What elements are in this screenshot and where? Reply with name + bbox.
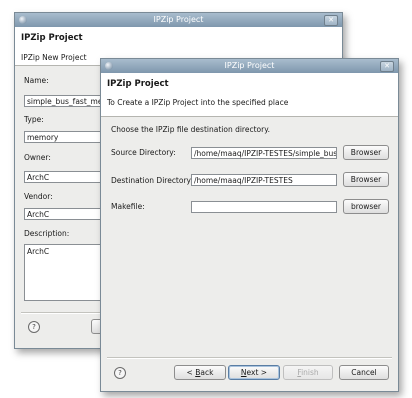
back-button[interactable]: < Back — [174, 365, 226, 380]
wizard-header-area: IPZip Project To Create a IPZip Project … — [101, 73, 398, 117]
owner-field[interactable]: ArchC — [24, 171, 104, 183]
back-window-title: IPZip Project — [153, 15, 204, 24]
wizard-header-title: IPZip Project — [107, 79, 169, 89]
source-browser-button[interactable]: Browser — [343, 145, 389, 160]
cancel-button[interactable]: Cancel — [339, 365, 389, 380]
makefile-label: Makefile: — [111, 202, 145, 211]
help-icon[interactable]: ? — [28, 321, 40, 333]
wizard-separator — [107, 357, 392, 359]
destination-browser-button[interactable]: Browser — [343, 172, 389, 187]
next-button-rest: ext > — [246, 368, 268, 377]
back-button-rest: ack — [200, 368, 214, 377]
wizard-dialog: IPZip Project ✕ IPZip Project To Create … — [100, 58, 399, 392]
name-field[interactable]: simple_bus_fast_me — [24, 95, 104, 107]
description-textarea[interactable]: ArchC — [24, 244, 104, 301]
vendor-label: Vendor: — [24, 192, 53, 201]
type-field[interactable]: memory — [24, 131, 104, 143]
app-icon — [19, 16, 27, 24]
wizard-header-message: To Create a IPZip Project into the speci… — [107, 98, 289, 107]
makefile-browser-button[interactable]: browser — [343, 199, 389, 214]
back-titlebar[interactable]: IPZip Project ✕ — [15, 13, 342, 27]
finish-button[interactable]: Finish — [283, 365, 333, 380]
type-label: Type: — [24, 115, 44, 124]
makefile-field[interactable] — [191, 201, 337, 213]
help-icon[interactable]: ? — [114, 367, 126, 379]
instruction-text: Choose the IPZip file destination direct… — [111, 125, 270, 134]
app-icon — [105, 62, 113, 70]
finish-button-rest: inish — [301, 368, 319, 377]
name-label: Name: — [24, 76, 49, 85]
source-directory-label: Source Directory: — [111, 148, 176, 157]
source-directory-field[interactable]: /home/maaq/IPZIP-TESTES/simple_bus — [191, 147, 337, 159]
next-button[interactable]: Next > — [228, 365, 280, 380]
back-button-prefix: < — [186, 368, 196, 377]
destination-directory-field[interactable]: /home/maaq/IPZIP-TESTES — [191, 174, 337, 186]
destination-directory-label: Destination Directory: — [111, 176, 193, 185]
close-icon[interactable]: ✕ — [324, 15, 338, 26]
description-label: Description: — [24, 229, 70, 238]
back-header-message: IPZip New Project — [21, 53, 87, 62]
wizard-window-title: IPZip Project — [224, 61, 275, 70]
owner-label: Owner: — [24, 153, 51, 162]
back-header-title: IPZip Project — [21, 33, 83, 43]
close-icon[interactable]: ✕ — [380, 61, 394, 72]
vendor-field[interactable]: ArchC — [24, 208, 104, 220]
wizard-titlebar[interactable]: IPZip Project ✕ — [101, 59, 398, 73]
